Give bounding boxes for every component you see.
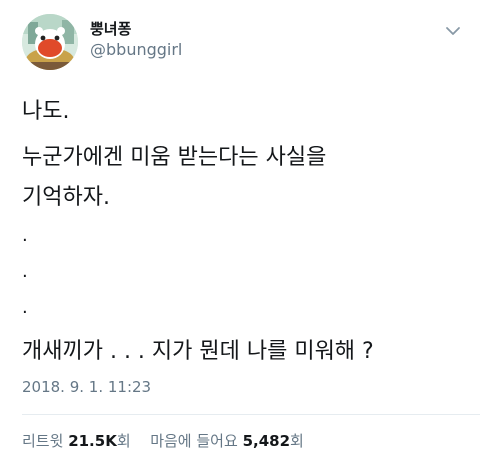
likes-label: 마음에 들어요 — [150, 432, 238, 450]
avatar-image — [22, 14, 78, 70]
tweet-dot: . — [22, 225, 28, 246]
tweet-text-line: 나도. — [22, 99, 70, 124]
tweet-card: 뿡녀퐁 @bbunggirl 나도. 누군가에겐 미움 받는다는 사실을 기억하… — [0, 0, 480, 469]
tweet-timestamp[interactable]: 2018. 9. 1. 11:23 — [22, 377, 151, 397]
tweet-text-line: 누군가에겐 미움 받는다는 사실을 — [22, 145, 327, 170]
avatar[interactable] — [22, 14, 78, 70]
tweet-text-line: 기억하자. — [22, 185, 110, 210]
retweets-unit: 회 — [116, 432, 131, 450]
chevron-down-icon[interactable] — [444, 24, 462, 38]
tweet-dot: . — [22, 297, 28, 318]
tweet-stats: 리트윗 21.5K회 마음에 들어요 5,482회 — [22, 431, 304, 451]
tweet-text-line: 개새끼가 . . . 지가 뭔데 나를 미워해 ? — [22, 339, 374, 364]
display-name[interactable]: 뿡녀퐁 — [90, 20, 131, 38]
likes-count[interactable]: 5,482 — [243, 432, 290, 450]
divider — [22, 414, 480, 415]
retweets-label: 리트윗 — [22, 432, 64, 450]
tweet-dot: . — [22, 261, 28, 282]
retweets-count[interactable]: 21.5K — [68, 432, 117, 450]
user-handle[interactable]: @bbunggirl — [90, 40, 182, 60]
likes-unit: 회 — [290, 432, 304, 450]
